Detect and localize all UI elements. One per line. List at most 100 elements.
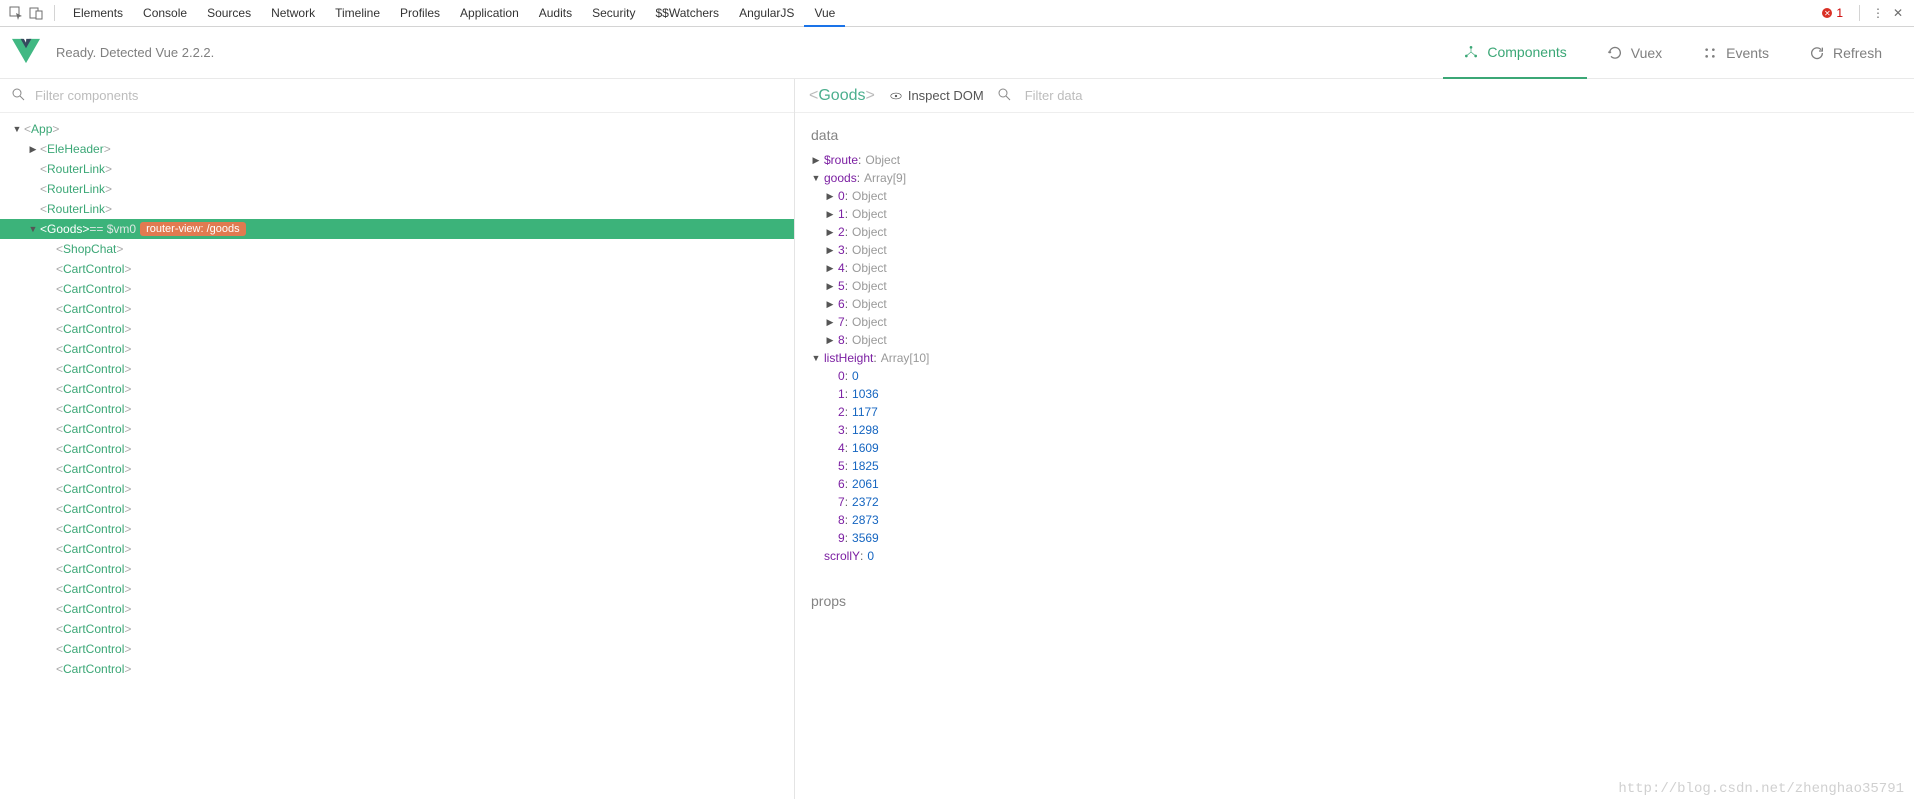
tree-node-cartcontrol[interactable]: <CartControl> bbox=[0, 559, 794, 579]
data-row-3: 3:1298 bbox=[811, 421, 1898, 439]
devtools-tab-network[interactable]: Network bbox=[261, 0, 325, 27]
tree-node-cartcontrol[interactable]: <CartControl> bbox=[0, 459, 794, 479]
devtools-topbar: ElementsConsoleSourcesNetworkTimelinePro… bbox=[0, 0, 1914, 27]
tab-events[interactable]: Events bbox=[1682, 27, 1789, 79]
data-row-8: 8:2873 bbox=[811, 511, 1898, 529]
filter-bar bbox=[0, 79, 794, 113]
data-row-8[interactable]: ▶8:Object bbox=[811, 331, 1898, 349]
devtools-tab-sources[interactable]: Sources bbox=[197, 0, 261, 27]
tree-node-cartcontrol[interactable]: <CartControl> bbox=[0, 499, 794, 519]
tree-node-eleheader[interactable]: ▶<EleHeader> bbox=[0, 139, 794, 159]
data-row-2: 2:1177 bbox=[811, 403, 1898, 421]
data-row-$route[interactable]: ▶$route:Object bbox=[811, 151, 1898, 169]
error-dot-icon: ✕ bbox=[1822, 8, 1832, 18]
detail-body: data ▶$route:Object▼goods:Array[9]▶0:Obj… bbox=[795, 113, 1914, 799]
close-icon[interactable]: ✕ bbox=[1888, 3, 1908, 23]
data-row-1[interactable]: ▶1:Object bbox=[811, 205, 1898, 223]
devtools-tab-security[interactable]: Security bbox=[582, 0, 645, 27]
tree-node-cartcontrol[interactable]: <CartControl> bbox=[0, 319, 794, 339]
tree-node-cartcontrol[interactable]: <CartControl> bbox=[0, 659, 794, 679]
kebab-menu-icon[interactable]: ⋮ bbox=[1868, 3, 1888, 23]
data-row-5[interactable]: ▶5:Object bbox=[811, 277, 1898, 295]
separator bbox=[1859, 5, 1860, 21]
tree-node-shopchat[interactable]: <ShopChat> bbox=[0, 239, 794, 259]
events-icon bbox=[1702, 45, 1718, 61]
tab-refresh[interactable]: Refresh bbox=[1789, 27, 1902, 79]
tree-node-cartcontrol[interactable]: <CartControl> bbox=[0, 259, 794, 279]
status-message: Ready. Detected Vue 2.2.2. bbox=[56, 45, 214, 60]
devtools-tab-audits[interactable]: Audits bbox=[529, 0, 582, 27]
data-row-0[interactable]: ▶0:Object bbox=[811, 187, 1898, 205]
tree-node-cartcontrol[interactable]: <CartControl> bbox=[0, 399, 794, 419]
tree-node-cartcontrol[interactable]: <CartControl> bbox=[0, 379, 794, 399]
data-row-2[interactable]: ▶2:Object bbox=[811, 223, 1898, 241]
separator bbox=[54, 5, 55, 21]
tree-node-routerlink[interactable]: <RouterLink> bbox=[0, 159, 794, 179]
data-row-scrollY: scrollY:0 bbox=[811, 547, 1898, 565]
devtools-tab-application[interactable]: Application bbox=[450, 0, 529, 27]
vue-logo-icon bbox=[12, 38, 56, 67]
devtools-tab-profiles[interactable]: Profiles bbox=[390, 0, 450, 27]
tree-node-routerlink[interactable]: <RouterLink> bbox=[0, 179, 794, 199]
tree-node-cartcontrol[interactable]: <CartControl> bbox=[0, 619, 794, 639]
tree-node-routerlink[interactable]: <RouterLink> bbox=[0, 199, 794, 219]
filter-data-input[interactable] bbox=[1025, 88, 1900, 103]
data-row-6[interactable]: ▶6:Object bbox=[811, 295, 1898, 313]
devtools-tabs: ElementsConsoleSourcesNetworkTimelinePro… bbox=[63, 0, 845, 27]
tree-node-goods[interactable]: ▼<Goods> == $vm0 router-view: /goods bbox=[0, 219, 794, 239]
devtools-tab-watchers[interactable]: $$Watchers bbox=[645, 0, 729, 27]
tree-node-cartcontrol[interactable]: <CartControl> bbox=[0, 599, 794, 619]
vuex-icon bbox=[1607, 45, 1623, 61]
filter-components-input[interactable] bbox=[35, 88, 782, 103]
tree-node-cartcontrol[interactable]: <CartControl> bbox=[0, 519, 794, 539]
components-icon bbox=[1463, 44, 1479, 60]
refresh-icon bbox=[1809, 45, 1825, 61]
tree-node-app[interactable]: ▼<App> bbox=[0, 119, 794, 139]
search-icon bbox=[12, 88, 25, 104]
section-data-label: data bbox=[811, 127, 1898, 143]
data-row-3[interactable]: ▶3:Object bbox=[811, 241, 1898, 259]
tab-components[interactable]: Components bbox=[1443, 27, 1586, 79]
tree-node-cartcontrol[interactable]: <CartControl> bbox=[0, 279, 794, 299]
data-row-7: 7:2372 bbox=[811, 493, 1898, 511]
selected-component-title: <Goods> bbox=[809, 87, 875, 105]
devtools-tab-vue[interactable]: Vue bbox=[804, 0, 845, 27]
detail-pane: <Goods> Inspect DOM data ▶$route:Object▼… bbox=[795, 79, 1914, 799]
toggle-device-icon[interactable] bbox=[26, 3, 46, 23]
data-row-5: 5:1825 bbox=[811, 457, 1898, 475]
component-tree: ▼<App>▶<EleHeader><RouterLink><RouterLin… bbox=[0, 113, 794, 799]
tree-node-cartcontrol[interactable]: <CartControl> bbox=[0, 639, 794, 659]
error-indicator[interactable]: ✕ 1 bbox=[1822, 6, 1843, 20]
devtools-tab-angularjs[interactable]: AngularJS bbox=[729, 0, 804, 27]
tree-node-cartcontrol[interactable]: <CartControl> bbox=[0, 579, 794, 599]
inspect-element-icon[interactable] bbox=[6, 3, 26, 23]
vue-devtools-header: Ready. Detected Vue 2.2.2. Components Vu… bbox=[0, 27, 1914, 79]
tree-node-cartcontrol[interactable]: <CartControl> bbox=[0, 299, 794, 319]
eye-icon bbox=[889, 89, 903, 103]
data-row-goods[interactable]: ▼goods:Array[9] bbox=[811, 169, 1898, 187]
data-row-6: 6:2061 bbox=[811, 475, 1898, 493]
tree-node-cartcontrol[interactable]: <CartControl> bbox=[0, 419, 794, 439]
detail-header: <Goods> Inspect DOM bbox=[795, 79, 1914, 113]
components-pane: ▼<App>▶<EleHeader><RouterLink><RouterLin… bbox=[0, 79, 795, 799]
devtools-tab-console[interactable]: Console bbox=[133, 0, 197, 27]
main-split: ▼<App>▶<EleHeader><RouterLink><RouterLin… bbox=[0, 79, 1914, 799]
error-count: 1 bbox=[1836, 6, 1843, 20]
data-row-1: 1:1036 bbox=[811, 385, 1898, 403]
data-row-listHeight[interactable]: ▼listHeight:Array[10] bbox=[811, 349, 1898, 367]
tree-node-cartcontrol[interactable]: <CartControl> bbox=[0, 479, 794, 499]
data-row-7[interactable]: ▶7:Object bbox=[811, 313, 1898, 331]
data-row-9: 9:3569 bbox=[811, 529, 1898, 547]
devtools-tab-elements[interactable]: Elements bbox=[63, 0, 133, 27]
search-icon bbox=[998, 88, 1011, 104]
data-row-4[interactable]: ▶4:Object bbox=[811, 259, 1898, 277]
inspect-dom-button[interactable]: Inspect DOM bbox=[889, 88, 984, 103]
tree-node-cartcontrol[interactable]: <CartControl> bbox=[0, 339, 794, 359]
section-props-label: props bbox=[811, 593, 1898, 609]
tree-node-cartcontrol[interactable]: <CartControl> bbox=[0, 539, 794, 559]
data-row-0: 0:0 bbox=[811, 367, 1898, 385]
tab-vuex[interactable]: Vuex bbox=[1587, 27, 1682, 79]
tree-node-cartcontrol[interactable]: <CartControl> bbox=[0, 359, 794, 379]
devtools-tab-timeline[interactable]: Timeline bbox=[325, 0, 390, 27]
tree-node-cartcontrol[interactable]: <CartControl> bbox=[0, 439, 794, 459]
